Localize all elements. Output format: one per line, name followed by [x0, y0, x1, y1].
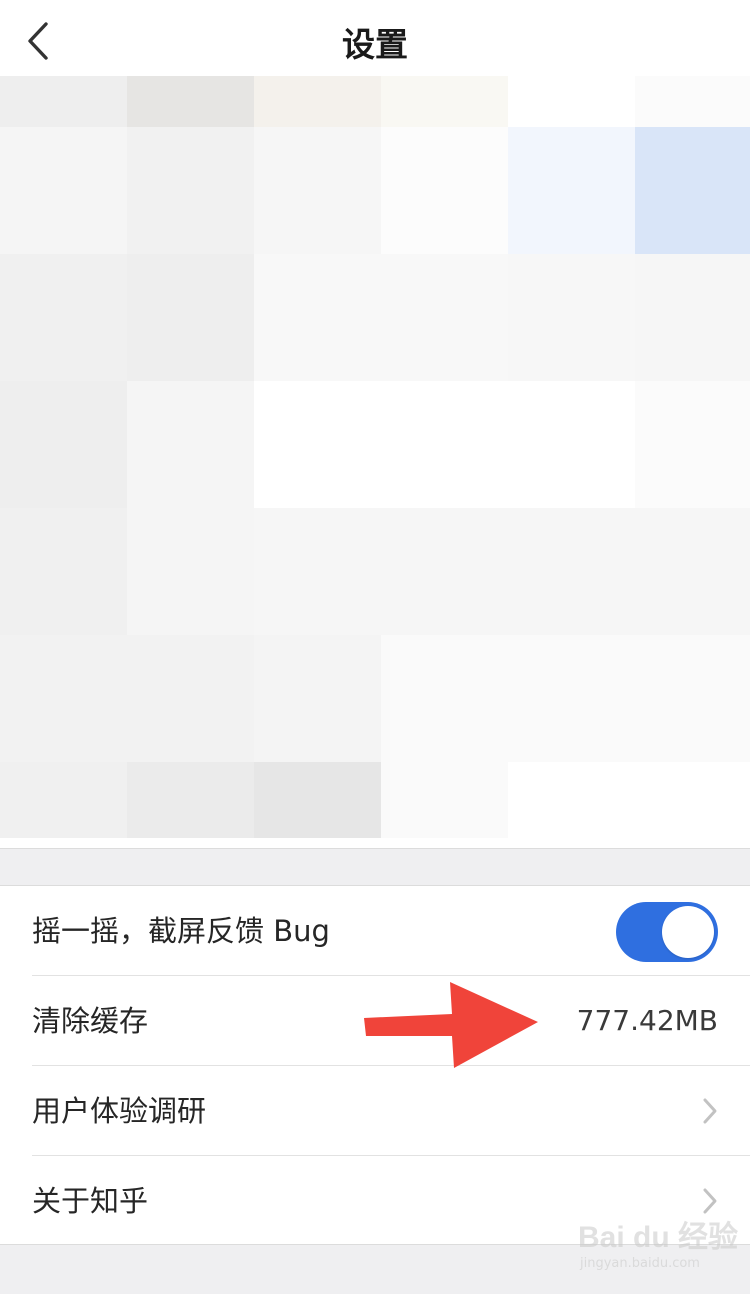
baidu-jingyan-watermark: Bai du 经验 jingyan.baidu.com	[574, 1210, 738, 1280]
toggle-knob	[662, 906, 714, 958]
navigation-bar: 设置	[0, 0, 750, 76]
chevron-left-icon	[28, 22, 48, 60]
pixelated-content-area	[0, 76, 750, 838]
setting-row-shake-feedback: 摇一摇，截屏反馈 Bug	[0, 886, 750, 976]
watermark-brand: Bai du 经验	[578, 1221, 739, 1254]
shake-feedback-toggle[interactable]	[616, 902, 718, 962]
clear-cache-label: 清除缓存	[32, 1004, 149, 1038]
section-separator	[0, 848, 750, 886]
back-button[interactable]	[14, 14, 66, 66]
shake-feedback-label: 摇一摇，截屏反馈 Bug	[32, 914, 330, 948]
red-arrow-annotation	[364, 982, 538, 1068]
watermark-url: jingyan.baidu.com	[580, 1256, 700, 1271]
about-label: 关于知乎	[32, 1184, 149, 1218]
chevron-right-icon	[703, 1098, 717, 1124]
user-survey-label: 用户体验调研	[32, 1094, 207, 1128]
cache-size-value: 777.42MB	[576, 1004, 718, 1037]
settings-screen: 设置 摇一摇，截屏反馈 Bug 清除缓存 777.42MB 用户体验调研 关于知…	[0, 0, 750, 1294]
setting-row-user-survey[interactable]: 用户体验调研	[0, 1066, 750, 1156]
